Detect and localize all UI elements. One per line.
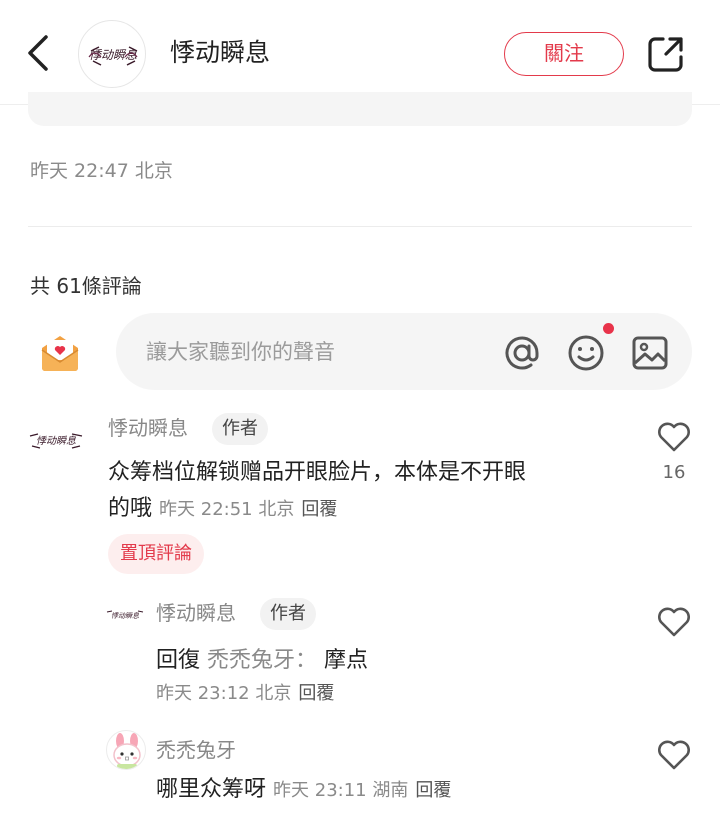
heart-icon[interactable] bbox=[656, 419, 692, 453]
comment-input[interactable]: 讓大家聽到你的聲音 bbox=[116, 313, 692, 390]
comment-count: 共 61條評論 bbox=[30, 274, 142, 298]
reply-to-user[interactable]: 禿禿兔牙： bbox=[207, 648, 317, 673]
comment-text: 众筹档位解锁赠品开眼脸片，本体是不开眼 bbox=[108, 460, 527, 485]
comment-meta: 昨天 23:12 北京 回覆 bbox=[156, 677, 334, 710]
notification-dot bbox=[603, 323, 614, 334]
author-name[interactable]: 悸动瞬息 bbox=[170, 36, 270, 70]
comment-author[interactable]: 悸动瞬息 bbox=[156, 599, 236, 627]
comment-line: 的哦 昨天 22:51 北京 回覆 bbox=[108, 491, 337, 528]
reply-line: 回復 禿禿兔牙： 摩点 bbox=[156, 643, 368, 679]
follow-button[interactable]: 關注 bbox=[504, 32, 624, 76]
logo-text: 悸动瞬息 bbox=[36, 435, 76, 447]
pinned-badge: 置頂評論 bbox=[108, 534, 204, 574]
share-icon[interactable] bbox=[646, 34, 686, 74]
comment-input-placeholder: 讓大家聽到你的聲音 bbox=[146, 340, 335, 364]
comment-text-cont: 的哦 bbox=[108, 496, 153, 521]
reply-button[interactable]: 回覆 bbox=[298, 683, 334, 704]
brand-logo-icon: 悸动瞬息 bbox=[29, 433, 83, 449]
reply-prefix: 回復 bbox=[156, 648, 201, 673]
reply-button[interactable]: 回覆 bbox=[301, 499, 337, 520]
author-avatar[interactable]: 悸动瞬息 bbox=[78, 20, 146, 88]
logo-text: 悸动瞬息 bbox=[111, 612, 139, 620]
emoji-icon[interactable] bbox=[566, 333, 606, 373]
commenter-avatar[interactable] bbox=[106, 730, 146, 770]
comment-text: 摩点 bbox=[324, 648, 369, 673]
back-arrow-icon[interactable] bbox=[22, 33, 56, 73]
reply-button[interactable]: 回覆 bbox=[415, 780, 451, 801]
comment-author[interactable]: 悸动瞬息 bbox=[108, 414, 188, 442]
divider bbox=[28, 226, 692, 227]
heart-icon[interactable] bbox=[656, 737, 692, 771]
mention-icon[interactable] bbox=[502, 333, 542, 373]
comment-line: 哪里众筹呀 昨天 23:11 湖南 回覆 bbox=[156, 772, 451, 809]
author-tag: 作者 bbox=[212, 413, 268, 445]
post-timestamp: 昨天 22:47 北京 bbox=[30, 160, 173, 182]
comment-author[interactable]: 禿禿兔牙 bbox=[156, 736, 236, 764]
top-bar: 悸动瞬息 悸动瞬息 關注 bbox=[0, 0, 720, 105]
image-icon[interactable] bbox=[630, 333, 670, 373]
comment-text: 哪里众筹呀 bbox=[156, 777, 267, 802]
author-tag: 作者 bbox=[260, 598, 316, 630]
commenter-avatar[interactable]: 悸动瞬息 bbox=[28, 420, 84, 460]
commenter-avatar[interactable]: 悸动瞬息 bbox=[106, 604, 144, 624]
envelope-heart-icon[interactable] bbox=[38, 330, 82, 374]
bunny-avatar-icon bbox=[113, 733, 141, 769]
comment-time: 昨天 22:51 北京 bbox=[159, 499, 295, 520]
comment-time: 昨天 23:11 湖南 bbox=[273, 780, 409, 801]
post-card-bottom bbox=[28, 92, 692, 126]
like-count: 16 bbox=[662, 462, 686, 483]
brand-logo-icon: 悸动瞬息 bbox=[88, 46, 138, 66]
logo-text: 悸动瞬息 bbox=[89, 48, 137, 62]
comment-time: 昨天 23:12 北京 bbox=[156, 683, 292, 704]
brand-logo-icon: 悸动瞬息 bbox=[106, 610, 144, 620]
heart-icon[interactable] bbox=[656, 604, 692, 638]
